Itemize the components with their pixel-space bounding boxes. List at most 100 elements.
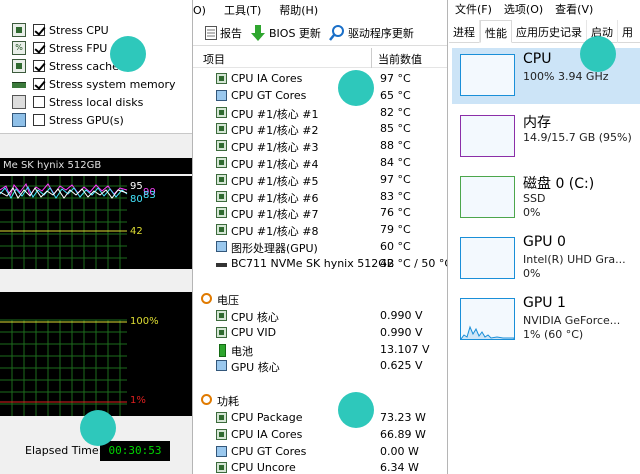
download-arrow-icon xyxy=(251,24,265,41)
performance-line2: 14.9/15.7 GB (95%) xyxy=(523,131,632,144)
sensor-row[interactable]: CPU Package 73.23 W xyxy=(193,409,447,426)
performance-line3: 0% xyxy=(523,267,541,280)
menu-item-options[interactable]: 选项(O) xyxy=(504,1,543,17)
sensor-row[interactable]: BC711 NVMe SK hynix 512GB 42 °C / 50 °C xyxy=(193,255,448,272)
sensor-row[interactable]: CPU GT Cores 0.00 W xyxy=(193,443,447,460)
task-manager-panel: 文件(F) 选项(O) 查看(V) 进程 性能 应用历史记录 启动 用 CPU 1… xyxy=(449,0,640,474)
menu-item-tools[interactable]: 工具(T) xyxy=(224,2,261,18)
menu-item-options[interactable]: O) xyxy=(193,4,206,17)
sensor-row[interactable]: 电池 13.107 V xyxy=(193,341,447,358)
performance-title: 内存 xyxy=(523,115,551,131)
sensor-row[interactable]: CPU #1/核心 #5 97 °C xyxy=(193,171,447,188)
report-button[interactable]: 报告 xyxy=(205,25,242,41)
memory-icon xyxy=(12,77,26,91)
stress-cpu-checkbox[interactable] xyxy=(33,24,45,36)
sensor-name: CPU #1/核心 #3 xyxy=(231,141,319,155)
driver-update-button[interactable]: 驱动程序更新 xyxy=(328,24,414,41)
stress-gpu-label: Stress GPU(s) xyxy=(49,113,124,127)
marker-dot xyxy=(580,36,616,72)
sensor-row[interactable]: 图形处理器(GPU) 60 °C xyxy=(193,238,447,255)
sensor-name: CPU #1/核心 #6 xyxy=(231,191,319,205)
tab-users[interactable]: 用 xyxy=(618,20,637,43)
column-item[interactable]: 项目 xyxy=(203,51,225,67)
tab-performance[interactable]: 性能 xyxy=(480,20,512,43)
cpu-chip-icon xyxy=(216,123,227,135)
stress-test-panel: Stress CPU % Stress FPU Stress cache Str… xyxy=(0,0,193,474)
marker-dot xyxy=(338,70,374,106)
performance-item[interactable]: GPU 0 Intel(R) UHD Gra... 0% xyxy=(452,231,640,287)
sensor-row[interactable]: CPU #1/核心 #4 84 °C xyxy=(193,154,447,171)
graph1-label-83: 83 xyxy=(143,190,156,201)
column-value[interactable]: 当前数值 xyxy=(378,51,422,67)
bios-update-button[interactable]: BIOS 更新 xyxy=(250,24,321,41)
elapsed-time-label: Elapsed Time: xyxy=(25,444,103,457)
sensor-row[interactable]: CPU 核心 0.990 V xyxy=(193,307,447,324)
performance-thumbnail xyxy=(460,176,515,218)
performance-item[interactable]: 内存 14.9/15.7 GB (95%) xyxy=(452,109,640,165)
sensor-value: 73.23 W xyxy=(380,411,426,424)
sensor-name: GPU 核心 xyxy=(231,361,280,375)
menu-item-view[interactable]: 查看(V) xyxy=(555,1,593,17)
performance-item[interactable]: GPU 1 NVIDIA GeForce... 1% (60 °C) xyxy=(452,292,640,348)
sensor-name: CPU GT Cores xyxy=(231,444,307,458)
cpu-chip-icon xyxy=(216,310,227,321)
menu-item-help[interactable]: 帮助(H) xyxy=(279,2,318,18)
sensor-row[interactable]: CPU #1/核心 #2 85 °C xyxy=(193,120,447,138)
stress-option-memory[interactable]: Stress system memory xyxy=(12,75,176,93)
sensor-value: 65 °C xyxy=(380,88,411,102)
section-voltage[interactable]: 电压 xyxy=(193,290,447,307)
tab-app-history[interactable]: 应用历史记录 xyxy=(512,20,587,43)
sensor-name: CPU GT Cores xyxy=(231,88,307,102)
sensor-menu-bar: O) 工具(T) 帮助(H) xyxy=(193,0,447,20)
cpu-chip-icon xyxy=(216,140,227,152)
stress-cpu-label: Stress CPU xyxy=(49,23,109,37)
graph2-bottom-label: 1% xyxy=(130,395,146,406)
sensor-name: CPU #1/核心 #2 xyxy=(231,124,319,138)
sensor-name: CPU #1/核心 #8 xyxy=(231,225,319,239)
column-separator[interactable] xyxy=(371,48,372,68)
sensor-row[interactable]: GPU 核心 0.625 V xyxy=(193,357,447,375)
stress-cache-checkbox[interactable] xyxy=(33,60,45,72)
performance-item[interactable]: 磁盘 0 (C:) SSD 0% xyxy=(452,170,640,226)
sensor-row[interactable]: CPU #1/核心 #8 79 °C xyxy=(193,221,447,239)
marker-dot xyxy=(80,410,116,446)
stress-gpu-checkbox[interactable] xyxy=(33,114,45,126)
sensor-name: CPU IA Cores xyxy=(231,72,303,85)
performance-thumbnail xyxy=(460,54,515,96)
stress-option-gpu[interactable]: Stress GPU(s) xyxy=(12,111,124,129)
performance-title: 磁盘 0 (C:) xyxy=(523,176,595,192)
gpu-icon xyxy=(216,360,227,372)
graph2-top-label: 100% xyxy=(130,316,159,327)
sensor-column-header: 项目 当前数值 xyxy=(193,48,447,68)
sensor-row[interactable]: CPU #1/核心 #3 88 °C xyxy=(193,137,447,155)
cpu-chip-icon xyxy=(216,428,227,440)
stress-memory-checkbox[interactable] xyxy=(33,78,45,90)
stress-fpu-checkbox[interactable] xyxy=(33,42,45,54)
sensor-value: 6.34 W xyxy=(380,461,419,474)
sensor-value: 42 °C / 50 °C xyxy=(380,256,448,270)
stress-option-disks[interactable]: Stress local disks xyxy=(12,93,143,111)
sensor-row[interactable]: CPU GT Cores 65 °C xyxy=(193,87,447,104)
stress-disks-checkbox[interactable] xyxy=(33,96,45,108)
sensor-row[interactable]: CPU Uncore 6.34 W xyxy=(193,459,447,474)
cpu-chip-icon xyxy=(216,207,227,219)
sensor-row[interactable]: CPU IA Cores 97 °C xyxy=(193,70,447,87)
sensor-row[interactable]: CPU #1/核心 #1 82 °C xyxy=(193,104,447,121)
report-label: 报告 xyxy=(220,26,242,40)
sensor-row[interactable]: CPU IA Cores 66.89 W xyxy=(193,426,447,443)
sensor-row[interactable]: CPU #1/核心 #6 83 °C xyxy=(193,188,447,205)
performance-line2: NVIDIA GeForce... xyxy=(523,314,621,327)
sensor-row[interactable]: CPU #1/核心 #7 76 °C xyxy=(193,204,447,221)
section-power[interactable]: 功耗 xyxy=(193,391,447,408)
stress-option-cpu[interactable]: Stress CPU xyxy=(12,21,109,39)
stress-option-fpu[interactable]: % Stress FPU xyxy=(12,39,107,57)
cpu-chip-icon xyxy=(216,224,227,236)
sensor-value: 0.990 V xyxy=(380,309,423,322)
cpu-chip-icon xyxy=(216,190,227,202)
cpu-usage-graph-svg xyxy=(0,319,127,416)
marker-dot xyxy=(110,36,146,72)
tab-processes[interactable]: 进程 xyxy=(449,20,480,43)
sensor-row[interactable]: CPU VID 0.990 V xyxy=(193,324,447,341)
stress-option-cache[interactable]: Stress cache xyxy=(12,57,119,75)
menu-item-file[interactable]: 文件(F) xyxy=(455,1,492,17)
